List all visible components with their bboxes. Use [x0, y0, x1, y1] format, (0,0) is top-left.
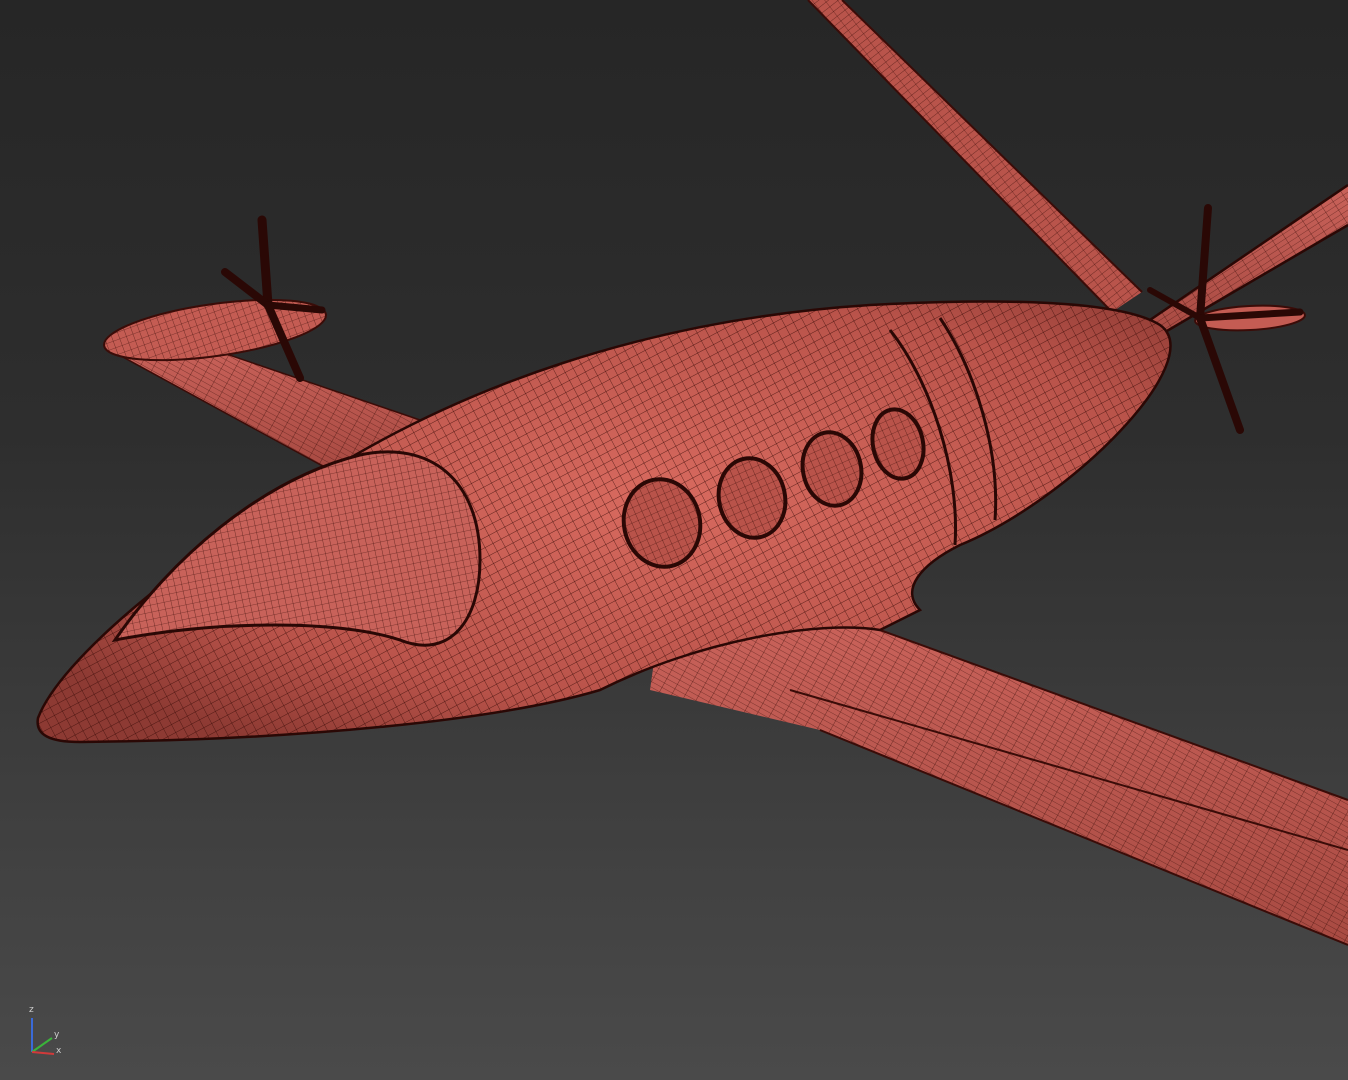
x-axis-line: [31, 1051, 55, 1055]
y-axis-line: [31, 1037, 53, 1053]
z-axis-label: z: [29, 1005, 34, 1015]
near-wing: [650, 620, 1348, 946]
tail-boom: [807, 0, 1143, 313]
x-axis-label: x: [56, 1046, 62, 1056]
cockpit-canopy: [111, 450, 482, 647]
aircraft-model[interactable]: [0, 0, 1348, 1080]
y-axis-label: y: [54, 1030, 60, 1040]
3d-viewport[interactable]: z y x: [0, 0, 1348, 1080]
axis-gizmo: z y x: [22, 1004, 70, 1064]
